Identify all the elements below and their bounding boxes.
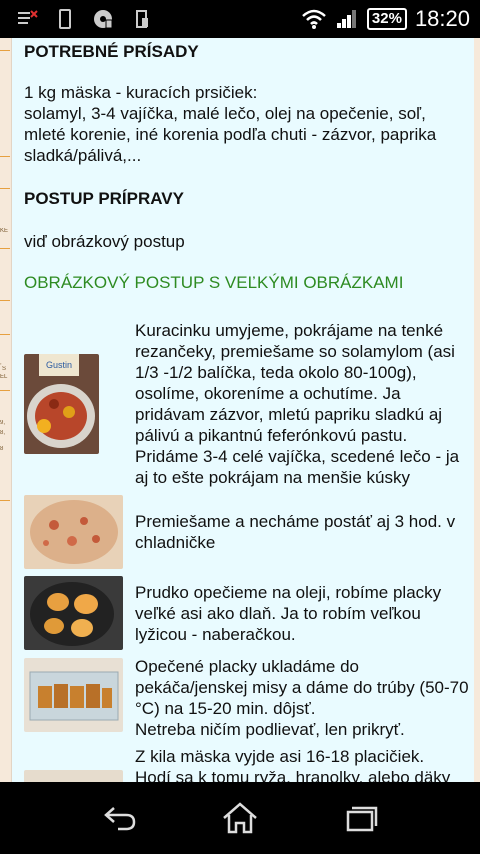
step-5-image[interactable] xyxy=(24,770,123,782)
step-1-image[interactable]: Gustin xyxy=(24,354,99,454)
step-1-text: Kuracinku umyjeme, pokrájame na tenké re… xyxy=(135,321,460,487)
step-3-text: Prudko opečieme na oleji, robíme placky … xyxy=(135,583,442,644)
ingredients-text: solamyl, 3-4 vajíčka, malé lečo, olej na… xyxy=(24,104,437,165)
phone-icon xyxy=(59,9,71,29)
sidebar-fragment: KE xyxy=(0,228,9,234)
sidebar-fragment: 9, xyxy=(0,420,6,426)
notification-icon xyxy=(18,10,38,24)
ingredients-title: POTREBNÉ PRÍSADY xyxy=(24,42,199,61)
web-content[interactable]: KE , S EL 9, 8, 8 POTREBNÉ PRÍSADY 1 kg … xyxy=(0,38,480,782)
sidebar-fragment: 8, xyxy=(0,430,6,436)
home-icon[interactable] xyxy=(220,802,260,834)
recent-apps-icon[interactable] xyxy=(340,802,380,834)
clock: 18:20 xyxy=(414,6,470,31)
status-bar: 32% 18:20 xyxy=(0,0,480,38)
method-text: viď obrázkový postup xyxy=(24,232,185,251)
step-4-text: Opečené placky ukladáme do pekáča/jenske… xyxy=(135,657,469,739)
wifi-icon xyxy=(302,9,326,29)
step-3-image[interactable] xyxy=(24,576,123,650)
storage-icon xyxy=(136,10,148,28)
step-4-image[interactable] xyxy=(24,658,123,732)
method-title: POSTUP PRÍPRAVY xyxy=(24,189,184,208)
step-2-image[interactable] xyxy=(24,495,123,569)
navigation-bar xyxy=(0,782,480,854)
ingredients-line1: 1 kg mäska - kuracích prsičiek: xyxy=(24,83,258,102)
sidebar-fragment: S xyxy=(2,366,7,372)
notification-icons xyxy=(16,8,152,30)
step-2-text: Premiešame a necháme postáť aj 3 hod. v … xyxy=(135,512,456,552)
left-sidebar-strip: KE , S EL 9, 8, 8 xyxy=(0,38,12,782)
sidebar-fragment: EL xyxy=(0,374,8,380)
signal-icon xyxy=(336,10,356,28)
media-icon xyxy=(94,10,113,29)
step-1-package-label: Gustin xyxy=(46,360,72,370)
step-5-text: Z kila mäska vyjde asi 16-18 placičiek. … xyxy=(135,747,451,782)
battery-icon: 32% xyxy=(366,8,407,30)
photo-procedure-link[interactable]: OBRÁZKOVÝ POSTUP S VEĽKÝMI OBRÁZKAMI xyxy=(24,273,403,293)
back-icon[interactable] xyxy=(100,802,140,834)
sidebar-fragment: 8 xyxy=(0,446,4,452)
